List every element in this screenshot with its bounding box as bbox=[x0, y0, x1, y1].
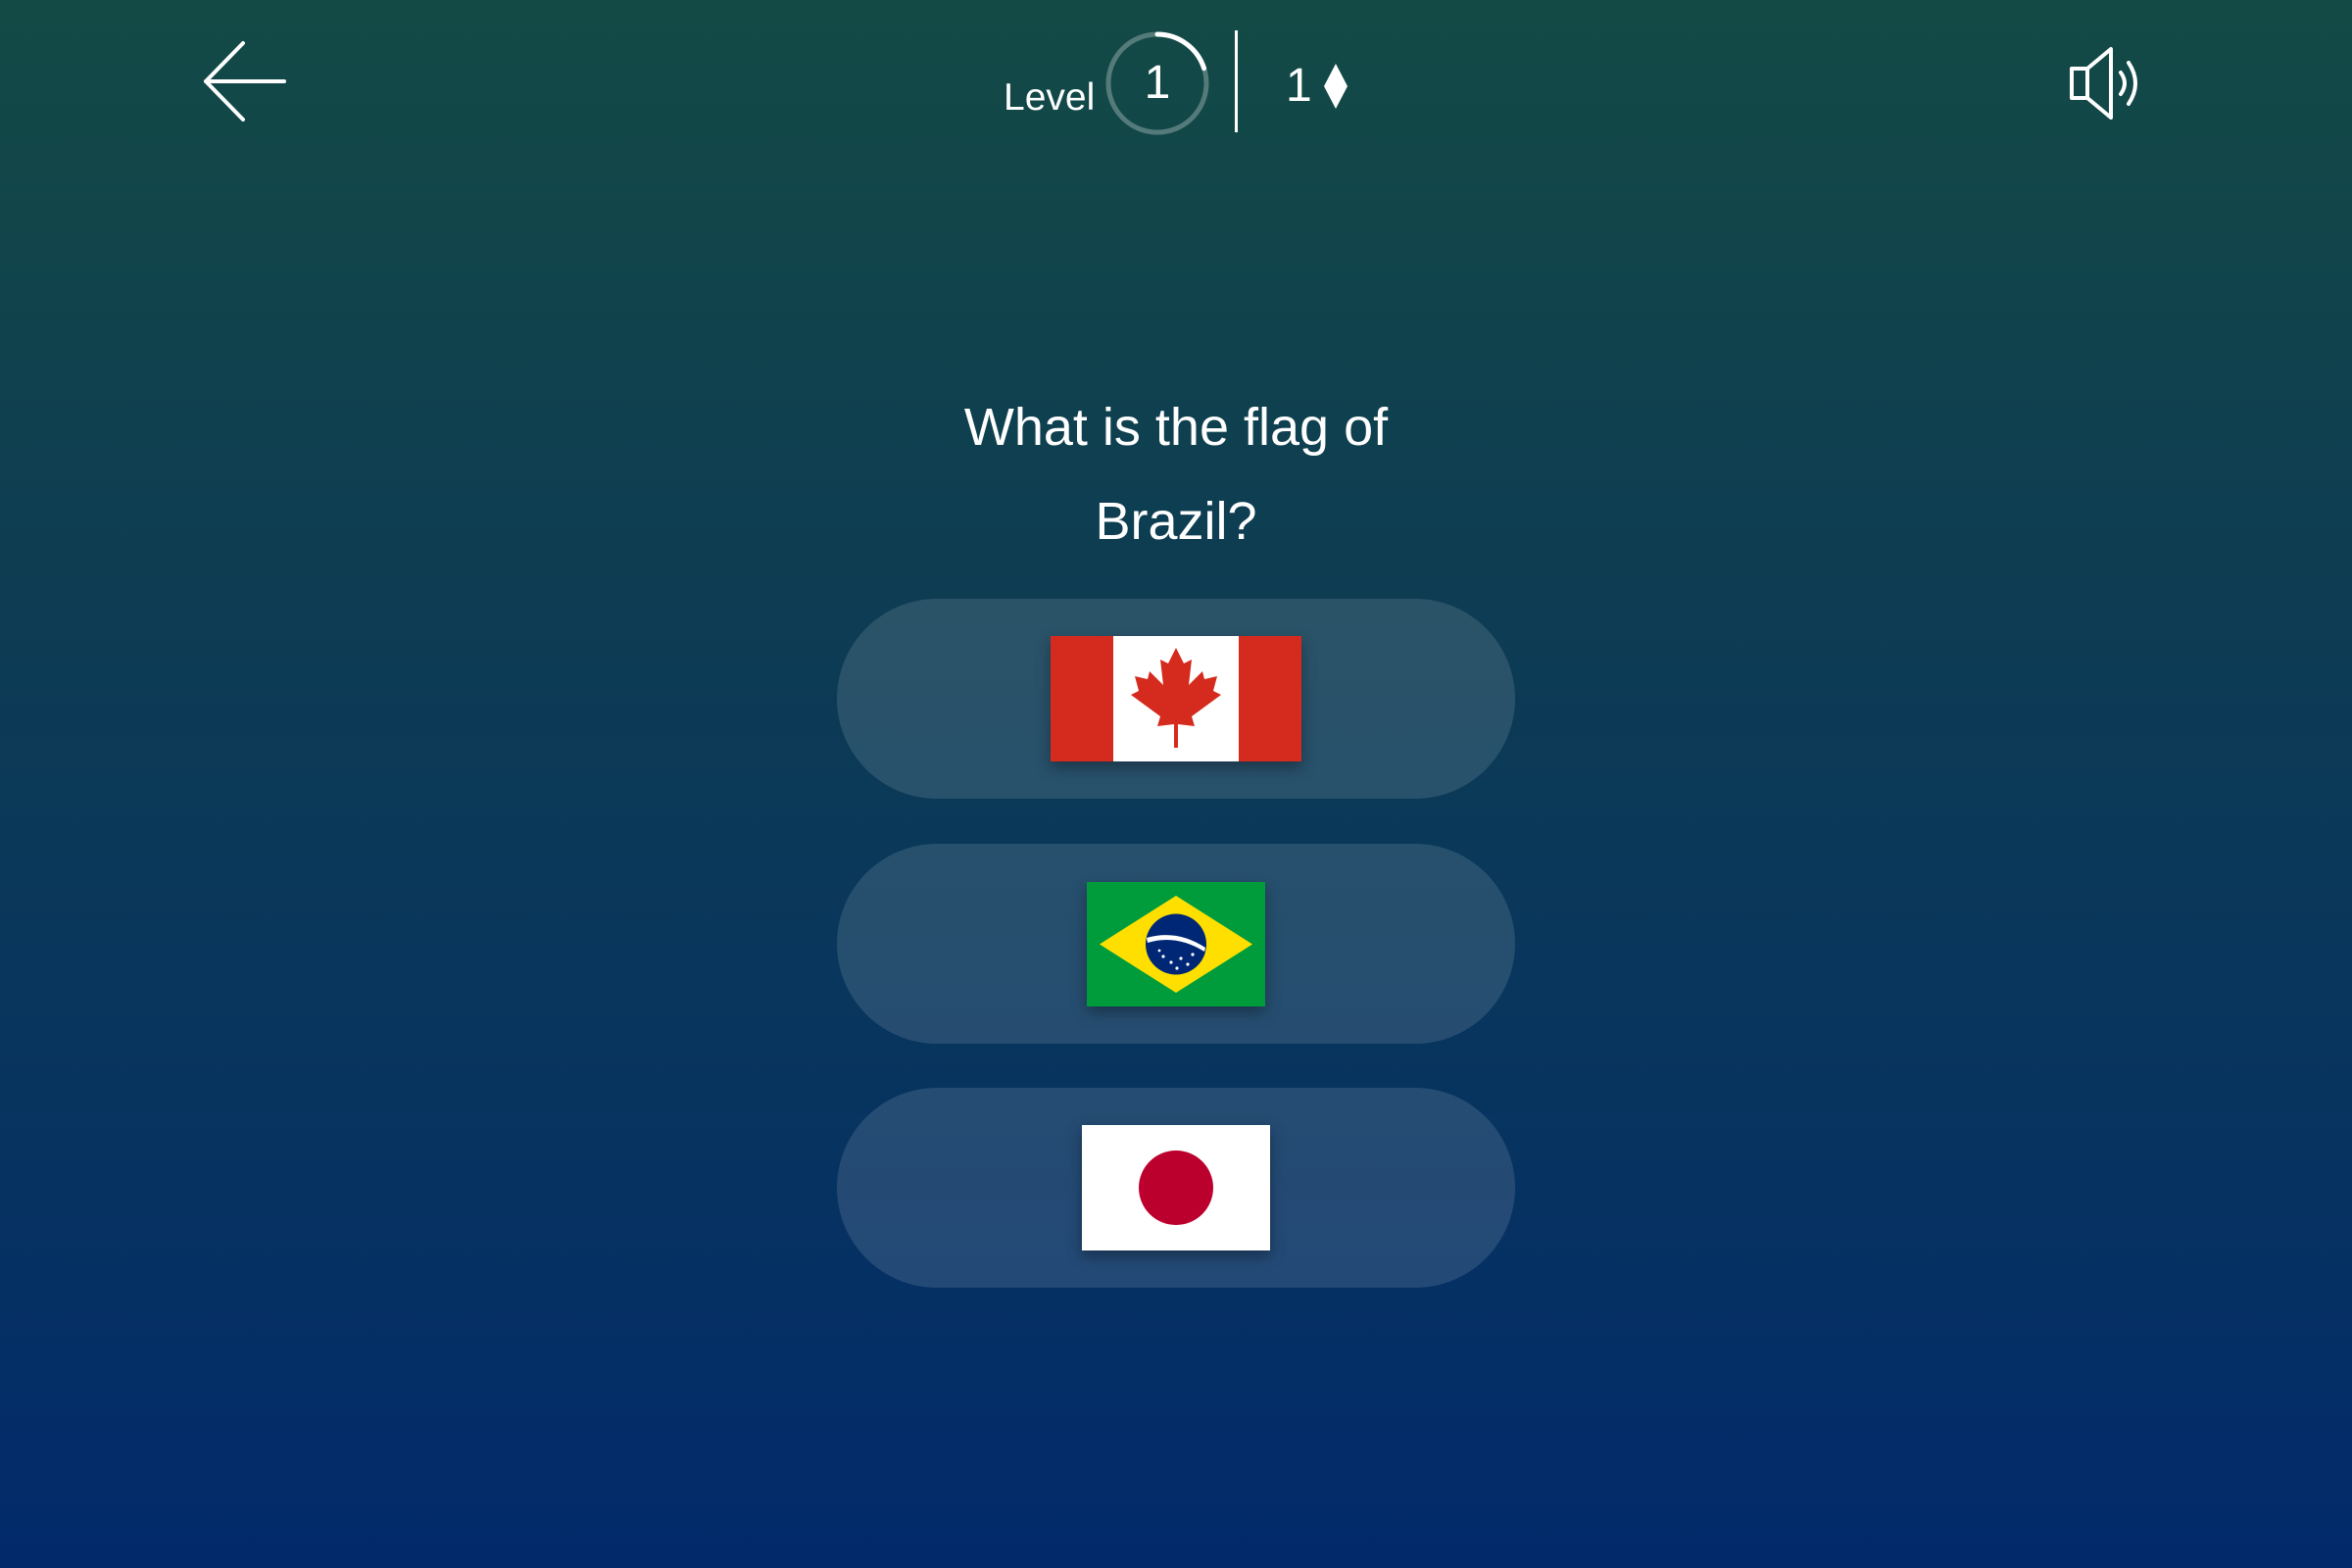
diamond-icon bbox=[1323, 64, 1348, 109]
level-label: Level bbox=[1004, 76, 1096, 119]
answer-option-brazil[interactable] bbox=[837, 844, 1515, 1044]
brazil-flag-icon bbox=[1087, 881, 1265, 1006]
gems-count: 1 bbox=[1286, 60, 1312, 112]
header-divider bbox=[1235, 30, 1238, 132]
level-number: 1 bbox=[1144, 57, 1171, 109]
speaker-icon bbox=[2070, 47, 2137, 120]
arrow-left-icon bbox=[204, 41, 286, 122]
answer-option-japan[interactable] bbox=[837, 1088, 1515, 1288]
japan-flag-icon bbox=[1082, 1125, 1270, 1250]
question-line-2: Brazil? bbox=[1095, 492, 1257, 551]
top-bar: Level 1 1 bbox=[0, 0, 2352, 167]
sound-toggle-button[interactable] bbox=[2058, 39, 2156, 127]
canada-flag-icon bbox=[1051, 636, 1301, 761]
back-button[interactable] bbox=[196, 37, 294, 125]
question-text: What is the flag of Brazil? bbox=[686, 380, 1666, 568]
level-indicator: Level 1 1 bbox=[980, 27, 1372, 135]
question-line-1: What is the flag of bbox=[963, 398, 1389, 457]
gems-counter: 1 bbox=[1286, 57, 1349, 116]
answer-option-canada[interactable] bbox=[837, 599, 1515, 799]
